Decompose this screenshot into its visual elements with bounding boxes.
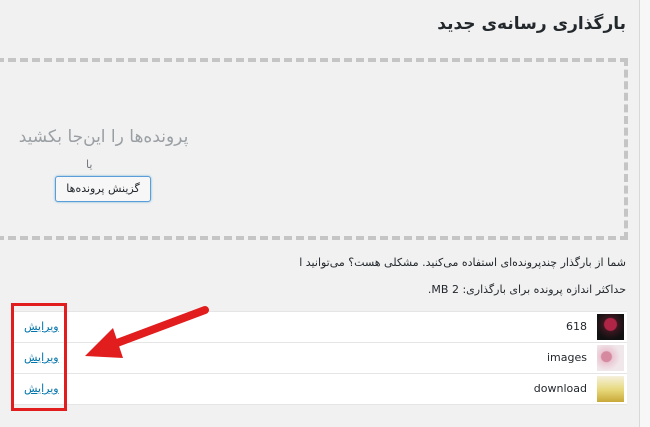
window-edge bbox=[639, 0, 650, 427]
drop-instructions: پرونده‌ها را این‌جا بکشید bbox=[18, 127, 189, 147]
media-item: download ویرایش bbox=[13, 374, 627, 405]
max-upload-size: حداکثر اندازه پرونده برای بارگذاری: 2 MB… bbox=[427, 283, 626, 296]
thumbnail-image[interactable] bbox=[597, 314, 624, 340]
arrow-icon bbox=[85, 306, 209, 358]
select-files-button[interactable]: گزینش پرونده‌ها bbox=[55, 176, 151, 202]
multi-uploader-notice: شما از بارگذار چندپرونده‌ای استفاده می‌ک… bbox=[299, 256, 626, 269]
media-filename: images bbox=[547, 351, 587, 364]
drag-drop-area[interactable] bbox=[0, 58, 628, 240]
page-title: بارگذاری رسانه‌ی جدید bbox=[437, 14, 626, 34]
highlight-box bbox=[11, 303, 67, 411]
thumbnail-image[interactable] bbox=[597, 345, 624, 371]
thumbnail-image[interactable] bbox=[597, 376, 624, 402]
media-filename: 618 bbox=[566, 320, 587, 333]
or-text: یا bbox=[86, 158, 93, 171]
media-filename: download bbox=[533, 382, 587, 395]
